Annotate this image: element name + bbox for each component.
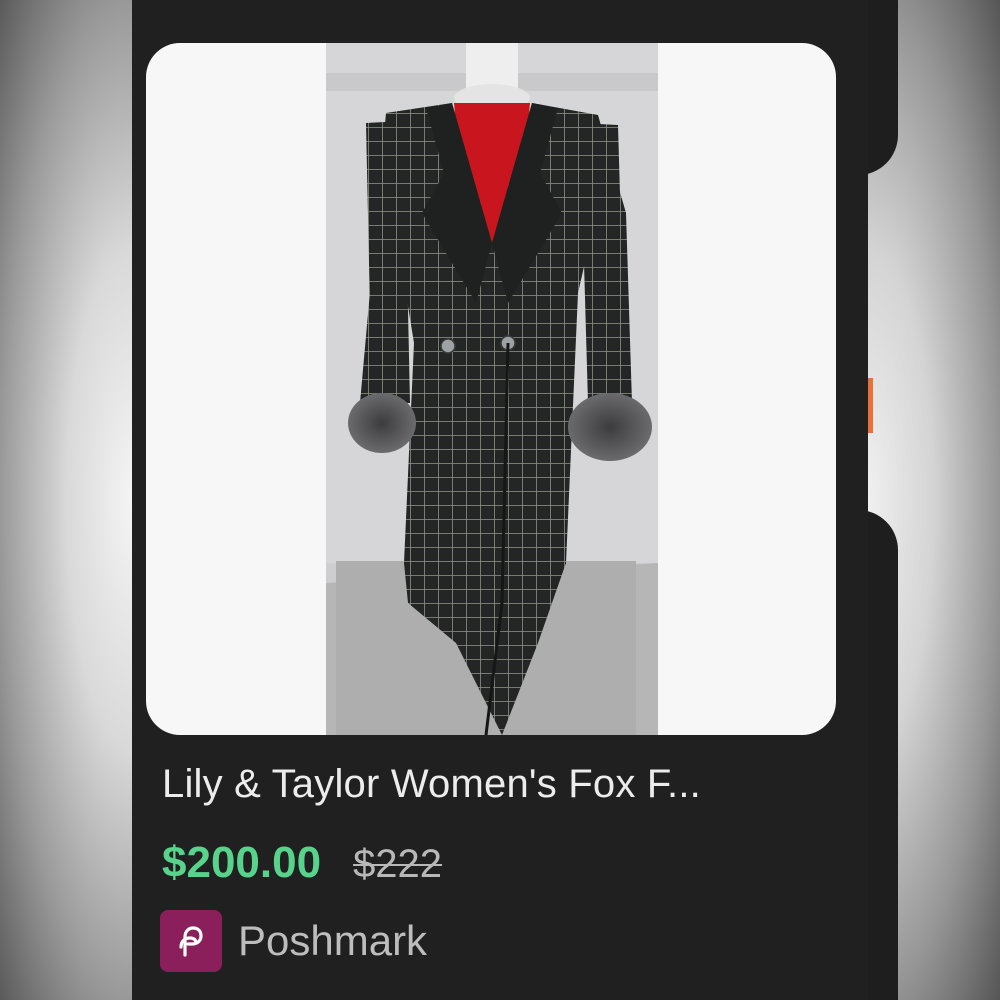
product-card[interactable]: Lily & Taylor Women's Fox F... $200.00 $… xyxy=(132,0,868,1000)
original-price: $222 xyxy=(353,842,443,886)
price-row: $200.00 $222 xyxy=(162,838,442,888)
blurred-background-right xyxy=(838,0,1000,1000)
product-photo xyxy=(326,43,658,735)
store-row[interactable]: Poshmark xyxy=(160,910,427,972)
sale-price: $200.00 xyxy=(162,838,322,887)
product-title[interactable]: Lily & Taylor Women's Fox F... xyxy=(162,762,701,807)
product-image-frame[interactable] xyxy=(146,43,836,735)
accent-mark xyxy=(868,378,873,433)
store-name[interactable]: Poshmark xyxy=(238,917,427,965)
poshmark-logo-icon xyxy=(160,910,222,972)
blurred-background-left xyxy=(0,0,132,1000)
